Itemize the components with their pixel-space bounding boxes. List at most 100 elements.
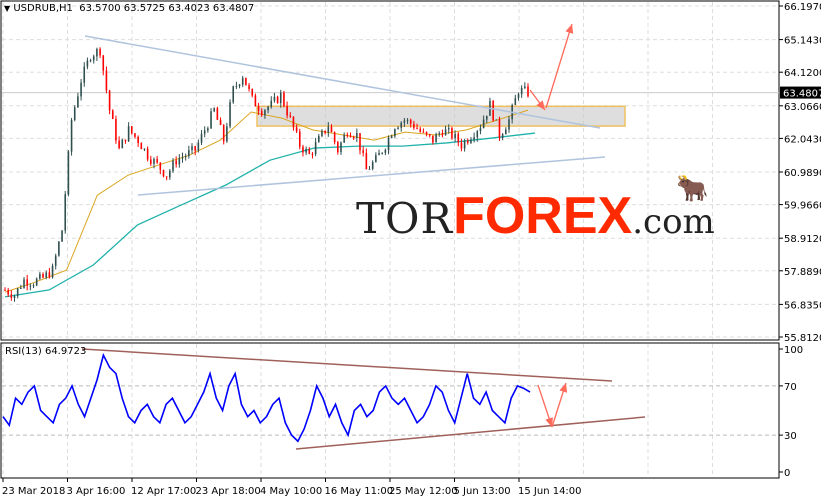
y-tick-label: 58.9120 <box>784 234 821 245</box>
candle-body <box>375 155 377 163</box>
symbol-timeframe: USDRUB,H1 <box>13 3 73 14</box>
candle-body <box>260 110 263 116</box>
rsi-y-tick-label: 0 <box>784 468 790 479</box>
rsi-y-tick-label: 100 <box>784 345 803 356</box>
rsi-y-tick-label: 30 <box>784 431 797 442</box>
candle-body <box>267 106 269 111</box>
candle-body <box>51 265 54 278</box>
candle-body <box>422 131 425 133</box>
candle-body <box>203 130 206 134</box>
candle-body <box>229 102 231 127</box>
candle-body <box>492 100 494 121</box>
y-tick-label: 65.1430 <box>784 36 821 47</box>
candle-body <box>485 115 488 120</box>
forecast-arrow-up <box>545 23 573 109</box>
candle-body <box>200 133 203 143</box>
candle-body <box>216 108 219 120</box>
candle-body <box>251 88 254 96</box>
rsi-y-tick-label: 70 <box>784 382 797 393</box>
candle-body <box>238 84 241 86</box>
x-tick-label: 4 May 10:00 <box>260 486 322 497</box>
candle-body <box>86 60 89 67</box>
candle-body <box>514 98 517 106</box>
candle-body <box>384 149 387 153</box>
candle-body <box>444 129 447 136</box>
x-tick-label: 5 Jun 13:00 <box>454 486 511 497</box>
y-tick-label: 56.8350 <box>784 300 821 311</box>
candle-body <box>337 142 339 153</box>
candle-body <box>245 77 247 86</box>
candle-body <box>438 133 441 135</box>
candle-body <box>454 133 456 139</box>
candle-body <box>318 136 320 143</box>
rsi-upper-trendline <box>81 348 613 382</box>
candle-body <box>143 148 146 150</box>
candle-body <box>457 133 460 143</box>
candle-body <box>400 122 403 128</box>
x-tick-label: 25 May 12:00 <box>389 486 458 497</box>
rsi-title: RSI(13) 64.9723 <box>5 346 87 357</box>
candle-body <box>156 158 158 163</box>
candle-body <box>102 55 105 71</box>
candle-body <box>45 272 48 278</box>
rsi-arrow-up-head <box>559 383 568 393</box>
triangle-down-icon[interactable]: ▼ <box>4 4 10 13</box>
candle-body <box>58 241 60 256</box>
candle-body <box>466 140 469 143</box>
candle-body <box>83 66 86 83</box>
candle-body <box>378 153 380 156</box>
candle-body <box>169 170 171 178</box>
candle-body <box>479 128 482 132</box>
candle-body <box>346 134 349 136</box>
candle-body <box>305 148 307 153</box>
candle-body <box>188 150 190 157</box>
candle-body <box>146 148 149 160</box>
price-chart: 23 Mar 2018 3 Apr 16:00 12 Apr 17:00 23 Apr… <box>0 0 821 497</box>
candle-body <box>501 134 504 139</box>
candle-body <box>89 60 92 62</box>
candle-body <box>127 126 130 142</box>
candle-body <box>295 127 298 132</box>
candle-body <box>314 142 317 155</box>
candle-body <box>413 123 415 128</box>
y-tick-label: 62.0430 <box>784 134 821 145</box>
candle-body <box>508 119 510 130</box>
y-tick-label: 63.0660 <box>784 102 821 113</box>
candle-body <box>419 128 422 132</box>
candle-body <box>352 137 355 139</box>
candle-body <box>505 129 507 135</box>
candle-body <box>527 86 529 97</box>
x-tick-label: 16 May 11:00 <box>325 486 394 497</box>
candle-body <box>302 146 304 153</box>
candle-body <box>137 136 139 144</box>
candle-body <box>150 159 152 164</box>
candle-body <box>197 142 200 151</box>
candle-body <box>184 156 187 158</box>
candle-body <box>324 130 326 133</box>
candle-body <box>210 111 212 129</box>
candle-body <box>64 194 67 231</box>
candle-body <box>134 133 136 137</box>
candle-body <box>23 279 25 288</box>
candle-body <box>292 116 295 128</box>
y-tick-label: 64.1200 <box>784 68 821 79</box>
candle-body <box>241 77 244 85</box>
candle-body <box>276 96 279 104</box>
candle-body <box>111 110 114 119</box>
x-tick-label: 15 Jun 14:00 <box>518 486 582 497</box>
candle-body <box>520 88 523 95</box>
candle-body <box>340 142 342 153</box>
candle-body <box>470 139 472 143</box>
candle-body <box>447 128 450 130</box>
candle-body <box>308 148 311 154</box>
candle-body <box>495 119 498 121</box>
candle-body <box>194 146 196 151</box>
candle-body <box>178 158 181 165</box>
candle-body <box>406 119 409 121</box>
candle-body <box>226 126 228 142</box>
candle-body <box>473 137 475 140</box>
candle-body <box>222 124 225 142</box>
candle-body <box>311 153 314 155</box>
candle-body <box>42 273 44 278</box>
y-tick-label: 66.1970 <box>784 2 821 13</box>
